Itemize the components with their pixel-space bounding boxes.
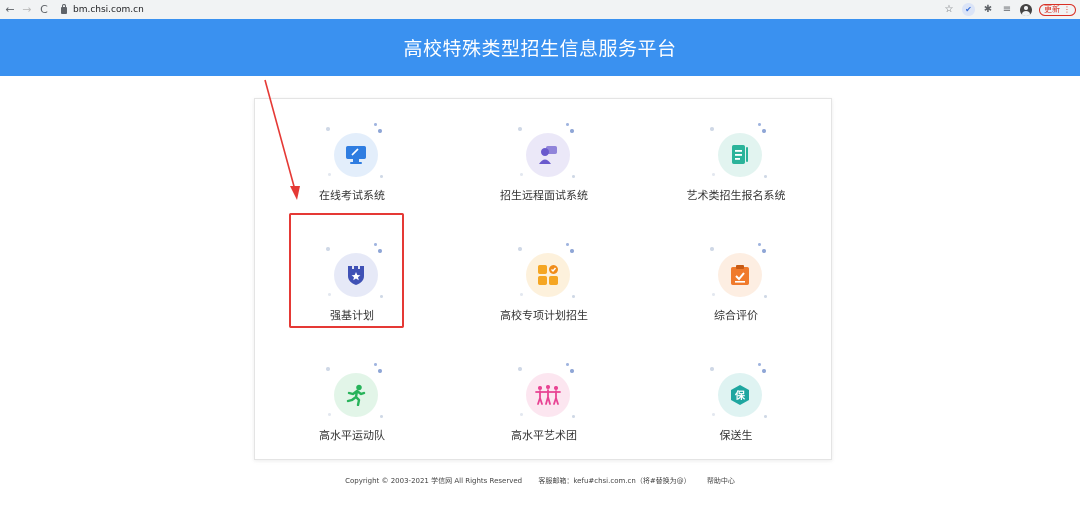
tile-label: 高校专项计划招生 xyxy=(500,309,588,322)
decor-dot xyxy=(764,175,767,178)
copyright-text: Copyright © 2003-2021 学信网 All Rights Res… xyxy=(345,477,523,485)
tile-label: 综合评价 xyxy=(714,309,758,322)
decor-dot xyxy=(570,249,574,253)
decor-dot xyxy=(758,363,761,366)
header-banner: 高校特殊类型招生信息服务平台 xyxy=(0,19,1080,76)
system-tile[interactable]: 艺术类招生报名系统 xyxy=(646,99,826,209)
apps-icon xyxy=(526,253,570,297)
decor-dot xyxy=(712,293,715,296)
highlight-box xyxy=(289,213,404,328)
decor-dot xyxy=(374,363,377,366)
tile-label: 艺术类招生报名系统 xyxy=(686,189,786,202)
decor-dot xyxy=(520,413,523,416)
tile-label: 在线考试系统 xyxy=(319,189,385,202)
extension-icon[interactable]: ✔ xyxy=(962,3,975,16)
decor-dot xyxy=(520,173,523,176)
tile-icon-wrap xyxy=(320,119,384,179)
system-tile[interactable]: 保保送生 xyxy=(646,339,826,449)
decor-dot xyxy=(570,129,574,133)
document-icon xyxy=(718,133,762,177)
forward-icon[interactable]: → xyxy=(20,3,34,16)
decor-dot xyxy=(572,415,575,418)
tile-icon-wrap xyxy=(512,119,576,179)
profile-avatar[interactable] xyxy=(1020,3,1032,16)
system-tile[interactable]: 在线考试系统 xyxy=(262,99,442,209)
more-icon: ⋮ xyxy=(1063,4,1071,14)
decor-dot xyxy=(762,249,766,253)
decor-dot xyxy=(710,367,714,371)
interview-icon xyxy=(526,133,570,177)
decor-dot xyxy=(380,175,383,178)
decor-dot xyxy=(378,129,382,133)
reading-list-icon[interactable]: ≡ xyxy=(1001,4,1013,16)
decor-dot xyxy=(712,173,715,176)
page-title: 高校特殊类型招生信息服务平台 xyxy=(403,38,677,60)
decor-dot xyxy=(328,413,331,416)
decor-dot xyxy=(518,247,522,251)
tile-icon-wrap xyxy=(320,359,384,419)
decor-dot xyxy=(762,129,766,133)
decor-dot xyxy=(326,367,330,371)
address-bar[interactable]: bm.chsi.com.cn xyxy=(73,5,144,15)
star-icon[interactable]: ☆ xyxy=(943,4,955,16)
monitor-icon xyxy=(334,133,378,177)
decor-dot xyxy=(520,293,523,296)
update-button[interactable]: 更新 ⋮ xyxy=(1039,3,1076,16)
decor-dot xyxy=(326,127,330,131)
tile-label: 保送生 xyxy=(719,429,753,442)
help-center-link[interactable]: 帮助中心 xyxy=(707,477,735,485)
decor-dot xyxy=(762,369,766,373)
runner-icon xyxy=(334,373,378,417)
decor-dot xyxy=(712,413,715,416)
tile-label: 高水平运动队 xyxy=(319,429,385,442)
system-tile[interactable]: 高水平艺术团 xyxy=(454,339,634,449)
reload-icon[interactable]: C xyxy=(37,3,51,16)
browser-toolbar: ← → C bm.chsi.com.cn ☆ ✔ ✱ ≡ 更新 ⋮ xyxy=(0,0,1080,19)
decor-dot xyxy=(764,415,767,418)
decor-dot xyxy=(328,173,331,176)
decor-dot xyxy=(572,295,575,298)
decor-dot xyxy=(566,363,569,366)
dancers-icon xyxy=(526,373,570,417)
decor-dot xyxy=(758,243,761,246)
decor-dot xyxy=(380,415,383,418)
system-tile[interactable]: 高水平运动队 xyxy=(262,339,442,449)
badge-icon: 保 xyxy=(718,373,762,417)
back-icon[interactable]: ← xyxy=(3,3,17,16)
decor-dot xyxy=(758,123,761,126)
decor-dot xyxy=(518,367,522,371)
decor-dot xyxy=(710,127,714,131)
tile-icon-wrap xyxy=(512,359,576,419)
tile-icon-wrap: 保 xyxy=(704,359,768,419)
tile-icon-wrap xyxy=(512,239,576,299)
contact-email: 客服邮箱：kefu#chsi.com.cn（将#替换为@） xyxy=(538,477,691,485)
update-label: 更新 xyxy=(1044,4,1060,14)
tile-label: 招生远程面试系统 xyxy=(500,189,588,202)
lock-icon xyxy=(61,4,67,14)
tile-label: 高水平艺术团 xyxy=(511,429,577,442)
tile-icon-wrap xyxy=(704,119,768,179)
decor-dot xyxy=(374,123,377,126)
svg-text:保: 保 xyxy=(734,389,746,402)
decor-dot xyxy=(570,369,574,373)
clipboard-icon xyxy=(718,253,762,297)
tile-icon-wrap xyxy=(704,239,768,299)
decor-dot xyxy=(572,175,575,178)
decor-dot xyxy=(764,295,767,298)
decor-dot xyxy=(378,369,382,373)
decor-dot xyxy=(566,123,569,126)
footer: Copyright © 2003-2021 学信网 All Rights Res… xyxy=(0,476,1080,486)
puzzle-icon[interactable]: ✱ xyxy=(982,4,994,16)
system-tile[interactable]: 综合评价 xyxy=(646,219,826,329)
decor-dot xyxy=(518,127,522,131)
decor-dot xyxy=(566,243,569,246)
system-tile[interactable]: 高校专项计划招生 xyxy=(454,219,634,329)
decor-dot xyxy=(710,247,714,251)
system-tile[interactable]: 招生远程面试系统 xyxy=(454,99,634,209)
